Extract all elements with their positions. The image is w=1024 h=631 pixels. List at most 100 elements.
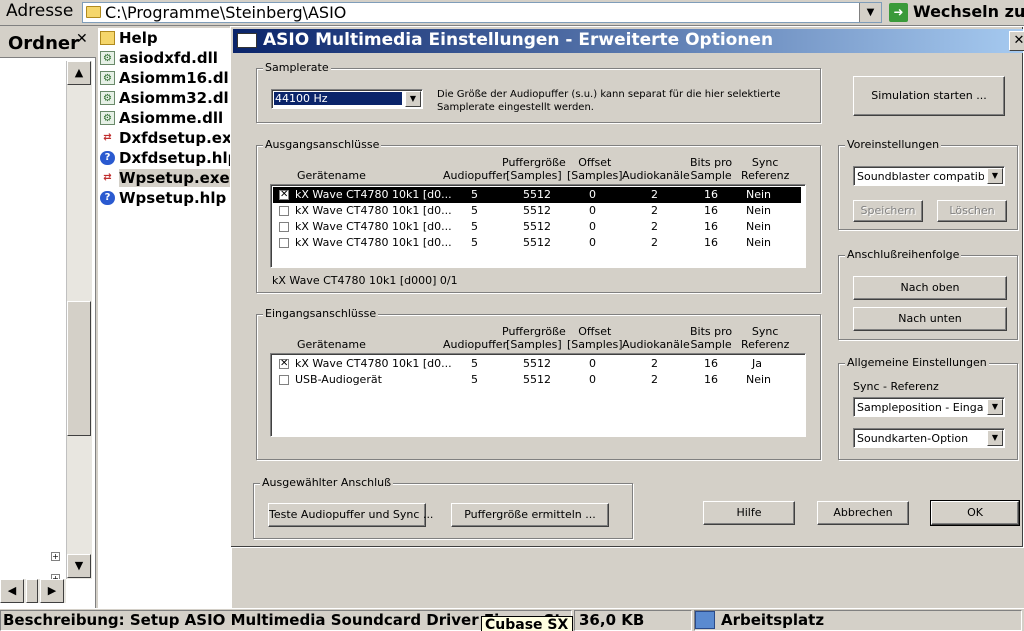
folder-icon <box>100 31 115 45</box>
column-channels: Audiokanäle <box>622 169 690 182</box>
save-preset-button[interactable]: Speichern <box>853 200 923 222</box>
close-icon[interactable]: ✕ <box>76 31 88 47</box>
tree-vertical-scrollbar[interactable]: ▲ ▼ <box>66 61 92 579</box>
column-bits: Bits pro Sample <box>690 325 733 351</box>
list-item[interactable]: Help <box>100 28 158 48</box>
column-bits: Bits pro Sample <box>690 156 733 182</box>
presets-group: Voreinstellungen Soundblaster compatible… <box>838 138 1018 230</box>
folder-pane-header: Ordner ✕ <box>0 28 96 58</box>
inputs-group-label: Eingangsanschlüsse <box>263 307 379 320</box>
column-sync: Sync Referenz <box>741 325 790 351</box>
move-up-button[interactable]: Nach oben <box>853 276 1007 300</box>
list-item[interactable]: ⚙ Asiomm16.dll <box>100 68 234 88</box>
column-offset: Offset [Samples] <box>567 156 623 182</box>
inputs-list: ✕ kX Wave CT4780 10k1 [d0... 5 5512 0 2 … <box>270 353 806 437</box>
list-item[interactable]: ⚙ Asiomme.dll <box>100 108 223 128</box>
sync-reference-select[interactable]: Sampleposition - Eingang ▼ <box>853 397 1005 417</box>
port-order-group: Anschlußreihenfolge Nach oben Nach unten <box>838 248 1018 340</box>
window-icon <box>237 33 257 48</box>
selected-port-group-label: Ausgewählter Anschluß <box>260 476 394 489</box>
folder-pane-title: Ordner <box>8 33 79 54</box>
simulation-start-button[interactable]: Simulation starten ... <box>853 76 1005 116</box>
taskbar-tooltip: Cubase SX <box>481 616 573 631</box>
selected-port-group: Ausgewählter Anschluß Teste Audiopuffer … <box>253 476 633 539</box>
asio-settings-dialog: ASIO Multimedia Einstellungen - Erweiter… <box>230 26 1024 548</box>
table-row[interactable]: ✕ kX Wave CT4780 10k1 [d0... 5 5512 0 2 … <box>273 356 801 372</box>
column-buffers: Audiopuffer <box>443 338 508 351</box>
folder-pane: Ordner ✕ ▲ ▼ + + ◀ ▶ <box>0 28 96 608</box>
tree-horizontal-scrollbar[interactable]: ◀ ▶ <box>0 579 66 603</box>
scroll-right-icon[interactable]: ▶ <box>40 579 64 603</box>
list-item[interactable]: ⇄ Wpsetup.exe <box>100 168 230 188</box>
dll-icon: ⚙ <box>100 111 115 125</box>
scroll-left-icon[interactable]: ◀ <box>0 579 24 603</box>
address-input[interactable]: C:\Programme\Steinberg\ASIO ▼ <box>82 2 882 23</box>
expand-node-icon[interactable]: + <box>51 552 60 561</box>
help-file-icon: ? <box>100 191 115 205</box>
chevron-down-icon[interactable]: ▼ <box>405 91 421 107</box>
dll-icon: ⚙ <box>100 71 115 85</box>
list-item[interactable]: ? Dxfdsetup.hlp <box>100 148 238 168</box>
chevron-down-icon[interactable]: ▼ <box>987 168 1003 184</box>
folder-icon <box>86 6 101 18</box>
detect-buffer-size-button[interactable]: Puffergröße ermitteln ... <box>451 503 609 527</box>
chevron-down-icon[interactable]: ▼ <box>859 3 881 22</box>
column-offset: Offset [Samples] <box>567 325 623 351</box>
scroll-up-icon[interactable]: ▲ <box>67 61 91 85</box>
checkbox[interactable]: ✕ <box>279 190 289 200</box>
cancel-button[interactable]: Abbrechen <box>817 501 909 525</box>
go-arrow-icon[interactable]: ➜ <box>889 3 908 22</box>
go-button[interactable]: Wechseln zu <box>913 2 1024 21</box>
checkbox[interactable] <box>279 375 289 385</box>
column-buffer-size: Puffergröße [Samples] <box>502 156 566 182</box>
presets-select[interactable]: Soundblaster compatible ... ▼ <box>853 166 1005 186</box>
checkbox[interactable] <box>279 238 289 248</box>
dialog-title: ASIO Multimedia Einstellungen - Erweiter… <box>263 30 774 50</box>
general-settings-group: Allgemeine Einstellungen Sync - Referenz… <box>838 356 1018 460</box>
checkbox[interactable] <box>279 206 289 216</box>
list-item[interactable]: ⇄ Dxfdsetup.exe <box>100 128 242 148</box>
help-file-icon: ? <box>100 151 115 165</box>
dialog-titlebar[interactable]: ASIO Multimedia Einstellungen - Erweiter… <box>233 29 1024 53</box>
list-item[interactable]: ⚙ Asiomm32.dll <box>100 88 234 108</box>
table-row[interactable]: kX Wave CT4780 10k1 [d0... 5 5512 0 2 16… <box>273 235 801 251</box>
column-buffer-size: Puffergröße [Samples] <box>502 325 566 351</box>
table-row[interactable]: ✕ kX Wave CT4780 10k1 [d0... 5 5512 0 2 … <box>273 187 801 203</box>
table-row[interactable]: kX Wave CT4780 10k1 [d0... 5 5512 0 2 16… <box>273 219 801 235</box>
sync-reference-label: Sync - Referenz <box>853 380 939 393</box>
samplerate-group-label: Samplerate <box>263 61 331 74</box>
selected-output-caption: kX Wave CT4780 10k1 [d000] 0/1 <box>272 274 458 287</box>
test-buffers-button[interactable]: Teste Audiopuffer und Sync ... <box>268 503 433 527</box>
checkbox[interactable]: ✕ <box>279 359 289 369</box>
dll-icon: ⚙ <box>100 91 115 105</box>
soundcard-option-select[interactable]: Soundkarten-Option ▼ <box>853 428 1005 448</box>
ok-button[interactable]: OK <box>930 500 1020 526</box>
scroll-thumb[interactable] <box>67 301 91 436</box>
close-icon[interactable]: ✕ <box>1009 31 1024 51</box>
samplerate-note: Die Größe der Audiopuffer (s.u.) kann se… <box>437 89 781 113</box>
move-down-button[interactable]: Nach unten <box>853 307 1007 331</box>
address-label: Adresse <box>6 1 74 21</box>
column-buffers: Audiopuffer <box>443 169 508 182</box>
list-item[interactable]: ⚙ asiodxfd.dll <box>100 48 218 68</box>
samplerate-select[interactable]: 44100 Hz ▼ <box>271 89 423 109</box>
help-button[interactable]: Hilfe <box>703 501 795 525</box>
column-device: Gerätename <box>297 338 366 351</box>
column-device: Gerätename <box>297 169 366 182</box>
outputs-group: Ausgangsanschlüsse Gerätename Audiopuffe… <box>256 138 821 293</box>
list-item[interactable]: ? Wpsetup.hlp <box>100 188 226 208</box>
table-row[interactable]: kX Wave CT4780 10k1 [d0... 5 5512 0 2 16… <box>273 203 801 219</box>
address-bar: Adresse C:\Programme\Steinberg\ASIO ▼ ➜ … <box>0 0 1024 26</box>
delete-preset-button[interactable]: Löschen <box>937 200 1007 222</box>
scroll-down-icon[interactable]: ▼ <box>67 554 91 578</box>
scroll-thumb[interactable] <box>26 579 38 603</box>
status-location-cell: Arbeitsplatz <box>694 610 1022 631</box>
inputs-group: Eingangsanschlüsse Gerätename Audiopuffe… <box>256 307 821 460</box>
chevron-down-icon[interactable]: ▼ <box>987 399 1003 415</box>
chevron-down-icon[interactable]: ▼ <box>987 430 1003 446</box>
checkbox[interactable] <box>279 222 289 232</box>
address-value: C:\Programme\Steinberg\ASIO <box>105 3 347 22</box>
status-size: 36,0 KB <box>574 610 692 631</box>
presets-group-label: Voreinstellungen <box>845 138 942 151</box>
table-row[interactable]: USB-Audiogerät 5 5512 0 2 16 Nein <box>273 372 801 388</box>
